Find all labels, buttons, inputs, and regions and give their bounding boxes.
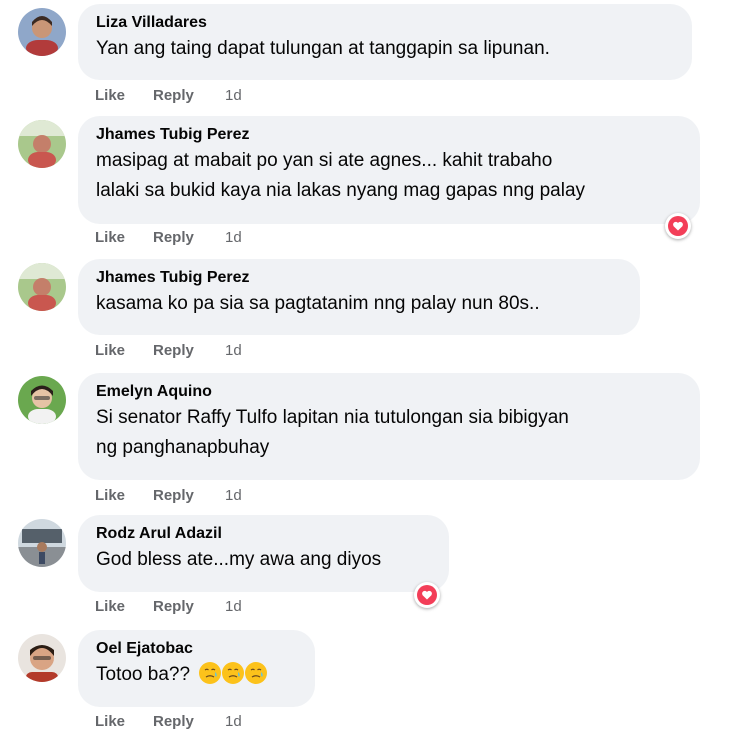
comment-bubble: Jhames Tubig Perez masipag at mabait po … [78, 116, 700, 224]
crying-face-emoji-icon [199, 662, 222, 684]
heart-icon [417, 585, 437, 605]
comment-bubble: Jhames Tubig Perez kasama ko pa sia sa p… [78, 259, 640, 335]
comment-text-line: Totoo ba?? [96, 664, 191, 685]
comment-author[interactable]: Oel Ejatobac [96, 639, 297, 659]
comment-text-line: Si senator Raffy Tulfo lapitan nia tutul… [96, 407, 569, 428]
like-button[interactable]: Like [95, 598, 153, 615]
comment-text-line: kasama ko pa sia sa pagtatanim nng palay… [96, 293, 540, 314]
comment-author[interactable]: Emelyn Aquino [96, 382, 682, 402]
comment-bubble: Liza Villadares Yan ang taing dapat tulu… [78, 4, 692, 80]
reply-button[interactable]: Reply [153, 229, 225, 246]
timestamp[interactable]: 1d [225, 598, 242, 615]
timestamp[interactable]: 1d [225, 713, 242, 730]
comment-bubble: Oel Ejatobac Totoo ba?? [78, 630, 315, 707]
comment-text-line: God bless ate...my awa ang diyos [96, 549, 382, 570]
timestamp[interactable]: 1d [225, 87, 242, 104]
comment-bubble: Rodz Arul Adazil God bless ate...my awa … [78, 515, 449, 592]
like-button[interactable]: Like [95, 229, 153, 246]
avatar[interactable] [18, 376, 66, 424]
reply-button[interactable]: Reply [153, 342, 225, 359]
like-button[interactable]: Like [95, 342, 153, 359]
heart-icon [668, 216, 688, 236]
reply-button[interactable]: Reply [153, 487, 225, 504]
comment-author[interactable]: Jhames Tubig Perez [96, 125, 682, 145]
avatar[interactable] [18, 634, 66, 682]
comment-text-line: lalaki sa bukid kaya nia lakas nyang mag… [96, 180, 586, 201]
comment-text: Totoo ba?? [96, 660, 297, 690]
reply-button[interactable]: Reply [153, 87, 225, 104]
avatar[interactable] [18, 519, 66, 567]
comment-actions: Like Reply 1d [95, 487, 242, 504]
crying-face-emoji-icon [245, 662, 268, 684]
avatar[interactable] [18, 120, 66, 168]
reply-button[interactable]: Reply [153, 713, 225, 730]
timestamp[interactable]: 1d [225, 229, 242, 246]
comment-author[interactable]: Liza Villadares [96, 13, 674, 33]
timestamp[interactable]: 1d [225, 342, 242, 359]
crying-face-emoji-icon [222, 662, 245, 684]
like-button[interactable]: Like [95, 713, 153, 730]
reply-button[interactable]: Reply [153, 598, 225, 615]
comment-actions: Like Reply 1d [95, 342, 242, 359]
comment-actions: Like Reply 1d [95, 87, 242, 104]
avatar[interactable] [18, 8, 66, 56]
comment-actions: Like Reply 1d [95, 713, 242, 730]
comment-text-line: Yan ang taing dapat tulungan at tanggapi… [96, 38, 550, 59]
comment-bubble: Emelyn Aquino Si senator Raffy Tulfo lap… [78, 373, 700, 480]
comment-text-line: ng panghanapbuhay [96, 437, 270, 458]
avatar[interactable] [18, 263, 66, 311]
comment-author[interactable]: Jhames Tubig Perez [96, 268, 622, 288]
like-button[interactable]: Like [95, 87, 153, 104]
like-button[interactable]: Like [95, 487, 153, 504]
reaction-badge[interactable] [414, 582, 440, 608]
reaction-badge[interactable] [665, 213, 691, 239]
comment-text-line: masipag at mabait po yan si ate agnes...… [96, 150, 553, 171]
timestamp[interactable]: 1d [225, 487, 242, 504]
comment-actions: Like Reply 1d [95, 229, 242, 246]
comment-author[interactable]: Rodz Arul Adazil [96, 524, 431, 544]
comment-actions: Like Reply 1d [95, 598, 242, 615]
